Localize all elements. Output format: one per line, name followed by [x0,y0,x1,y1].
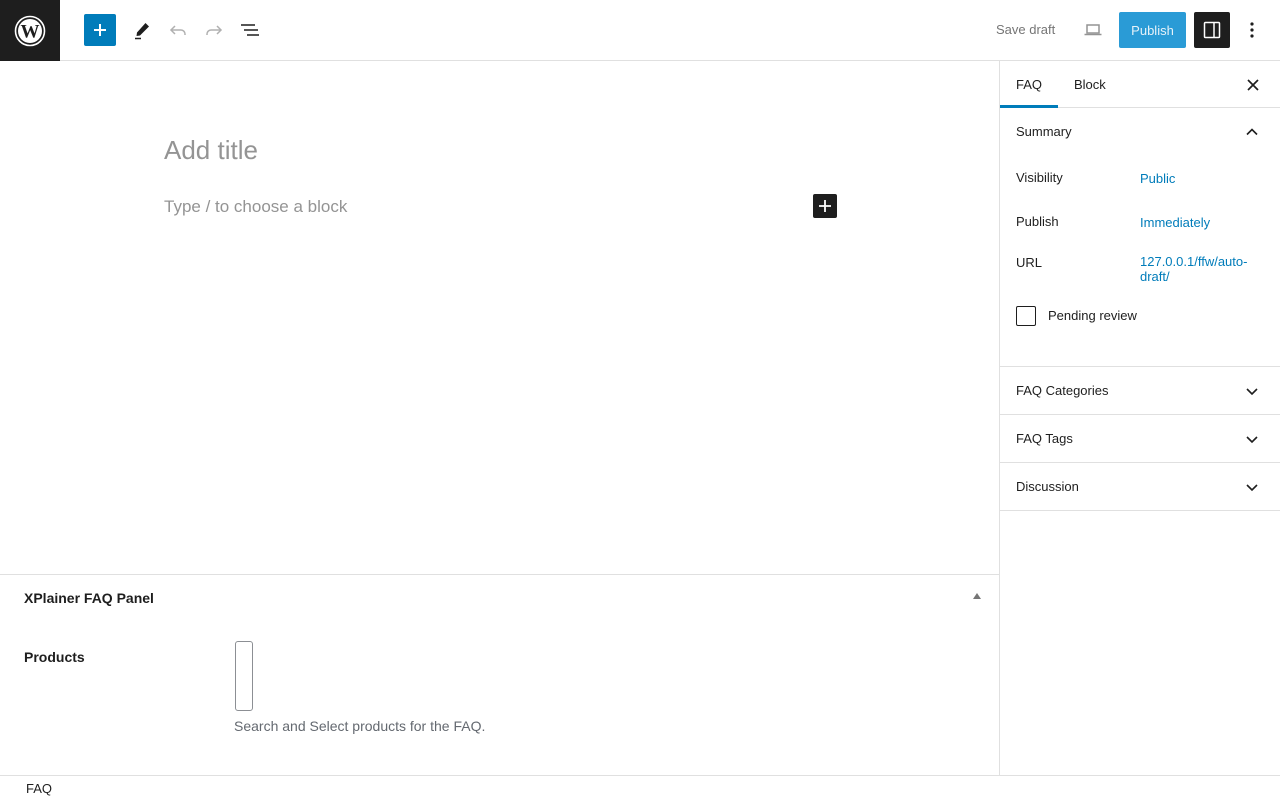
tab-block[interactable]: Block [1058,61,1122,108]
redo-icon [206,25,223,35]
preview-button[interactable] [1077,14,1109,46]
breadcrumb[interactable]: FAQ [26,781,52,796]
settings-toggle-button[interactable] [1194,12,1230,48]
faq-categories-panel-toggle[interactable]: FAQ Categories [1000,367,1280,415]
options-button[interactable] [1238,14,1266,46]
publish-date-button[interactable]: Immediately [1140,215,1210,230]
block-placeholder[interactable]: Type / to choose a block [164,197,347,217]
publish-date-label: Publish [1016,214,1059,229]
post-title-input[interactable]: Add title [164,135,258,166]
products-help-text: Search and Select products for the FAQ. [234,718,486,734]
products-select[interactable] [235,641,253,711]
editor-header: W Save draft Publish [0,0,1280,61]
chevron-down-icon [1246,484,1258,492]
sidebar-toggle-icon [1203,21,1221,39]
list-view-icon [241,24,259,36]
list-view-button[interactable] [234,14,266,46]
editor-footer: FAQ [0,775,1280,800]
save-draft-button[interactable]: Save draft [984,14,1067,46]
tab-faq[interactable]: FAQ [1000,61,1058,108]
pending-review-checkbox[interactable] [1016,306,1036,326]
close-icon [1247,79,1259,91]
vertical-ellipsis-icon [1250,22,1254,38]
faq-tags-panel-toggle[interactable]: FAQ Tags [1000,415,1280,463]
visibility-label: Visibility [1016,170,1063,185]
plus-icon [94,24,106,36]
panel-title: Discussion [1016,479,1079,494]
chevron-up-icon [1246,128,1258,136]
wordpress-logo-button[interactable]: W [0,0,60,61]
svg-text:W: W [21,21,40,42]
discussion-panel-toggle[interactable]: Discussion [1000,463,1280,511]
pending-review-label[interactable]: Pending review [1048,308,1137,323]
publish-button[interactable]: Publish [1119,12,1186,48]
summary-panel-toggle[interactable]: Summary [1000,108,1280,156]
laptop-icon [1084,24,1102,36]
close-sidebar-button[interactable] [1241,73,1265,97]
panel-title: FAQ Categories [1016,383,1109,398]
panel-title: FAQ Tags [1016,431,1073,446]
collapse-triangle-icon[interactable] [973,593,981,599]
sidebar-tabs: FAQ Block [1000,61,1280,108]
undo-icon [169,25,186,35]
chevron-down-icon [1246,388,1258,396]
undo-button[interactable] [162,14,194,46]
meta-box-title: XPlainer FAQ Panel [24,590,154,606]
visibility-value-button[interactable]: Public [1140,171,1175,186]
inline-add-block-button[interactable] [813,194,837,218]
wordpress-logo-icon: W [14,15,46,46]
pencil-icon [135,23,149,40]
add-block-button[interactable] [84,14,116,46]
editor-canvas: Add title Type / to choose a block [0,61,999,575]
summary-panel-title: Summary [1016,124,1072,139]
settings-sidebar: FAQ Block Summary Visibility Public Publ… [999,61,1280,775]
faq-meta-box: XPlainer FAQ Panel Products Search and S… [0,574,999,775]
plus-icon [819,200,831,212]
redo-button[interactable] [198,14,230,46]
products-label: Products [24,649,85,665]
url-value-button[interactable]: 127.0.0.1/ffw/auto-draft/ [1140,254,1260,284]
chevron-down-icon [1246,436,1258,444]
url-label: URL [1016,255,1043,270]
tools-button[interactable] [126,14,158,46]
